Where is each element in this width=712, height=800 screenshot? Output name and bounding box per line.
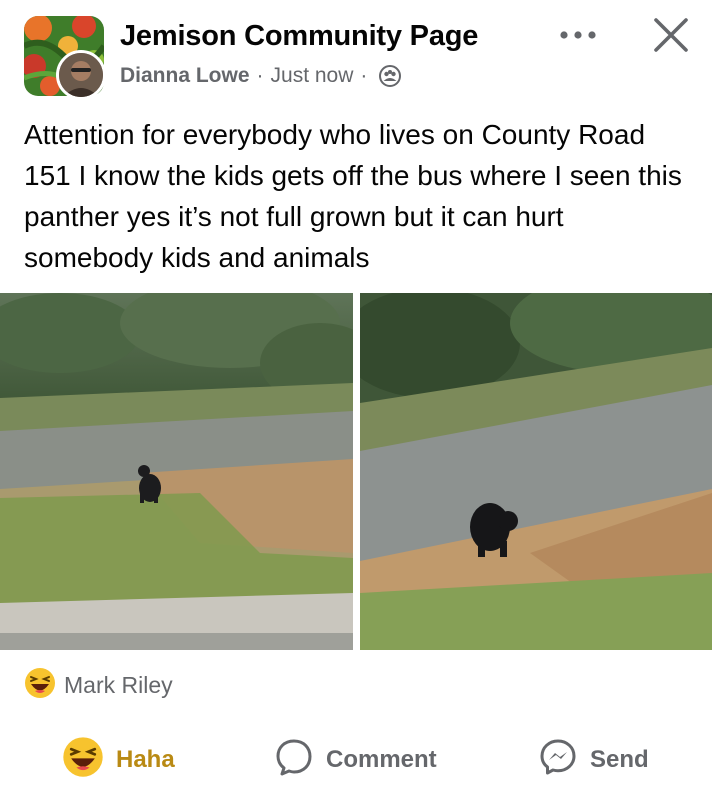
comment-button[interactable]: Comment — [274, 730, 437, 790]
haha-emoji-icon — [24, 667, 56, 704]
more-options-button[interactable] — [556, 20, 602, 50]
close-button[interactable] — [650, 14, 692, 56]
messenger-icon — [538, 737, 578, 784]
author-avatar[interactable] — [56, 50, 106, 100]
meta-separator: · — [360, 64, 368, 87]
post-photo-2[interactable] — [360, 293, 712, 650]
author-name[interactable]: Dianna Lowe — [120, 64, 250, 88]
post-body-text: Attention for everybody who lives on Cou… — [24, 119, 682, 273]
group-name[interactable]: Jemison Community Page — [120, 20, 478, 53]
comment-icon — [274, 737, 314, 784]
comment-label: Comment — [326, 746, 437, 773]
reactor-name[interactable]: Mark Riley — [64, 672, 173, 699]
send-label: Send — [590, 746, 649, 773]
haha-emoji-icon — [62, 736, 104, 785]
post-action-bar: Haha Comment Send — [0, 730, 712, 790]
haha-reaction-button[interactable]: Haha — [62, 730, 175, 790]
meta-separator: · — [256, 64, 264, 87]
post-timestamp[interactable]: Just now — [271, 64, 354, 88]
post-header: Jemison Community Page Dianna Lowe · Jus… — [0, 0, 712, 110]
post-meta: Dianna Lowe · Just now · — [120, 64, 402, 88]
close-icon — [654, 18, 688, 52]
haha-label: Haha — [116, 746, 175, 773]
group-icon — [378, 64, 402, 88]
more-options-icon — [560, 31, 596, 39]
send-button[interactable]: Send — [538, 730, 649, 790]
post-photo-1[interactable] — [0, 293, 353, 650]
reactions-summary[interactable]: Mark Riley — [24, 666, 173, 704]
